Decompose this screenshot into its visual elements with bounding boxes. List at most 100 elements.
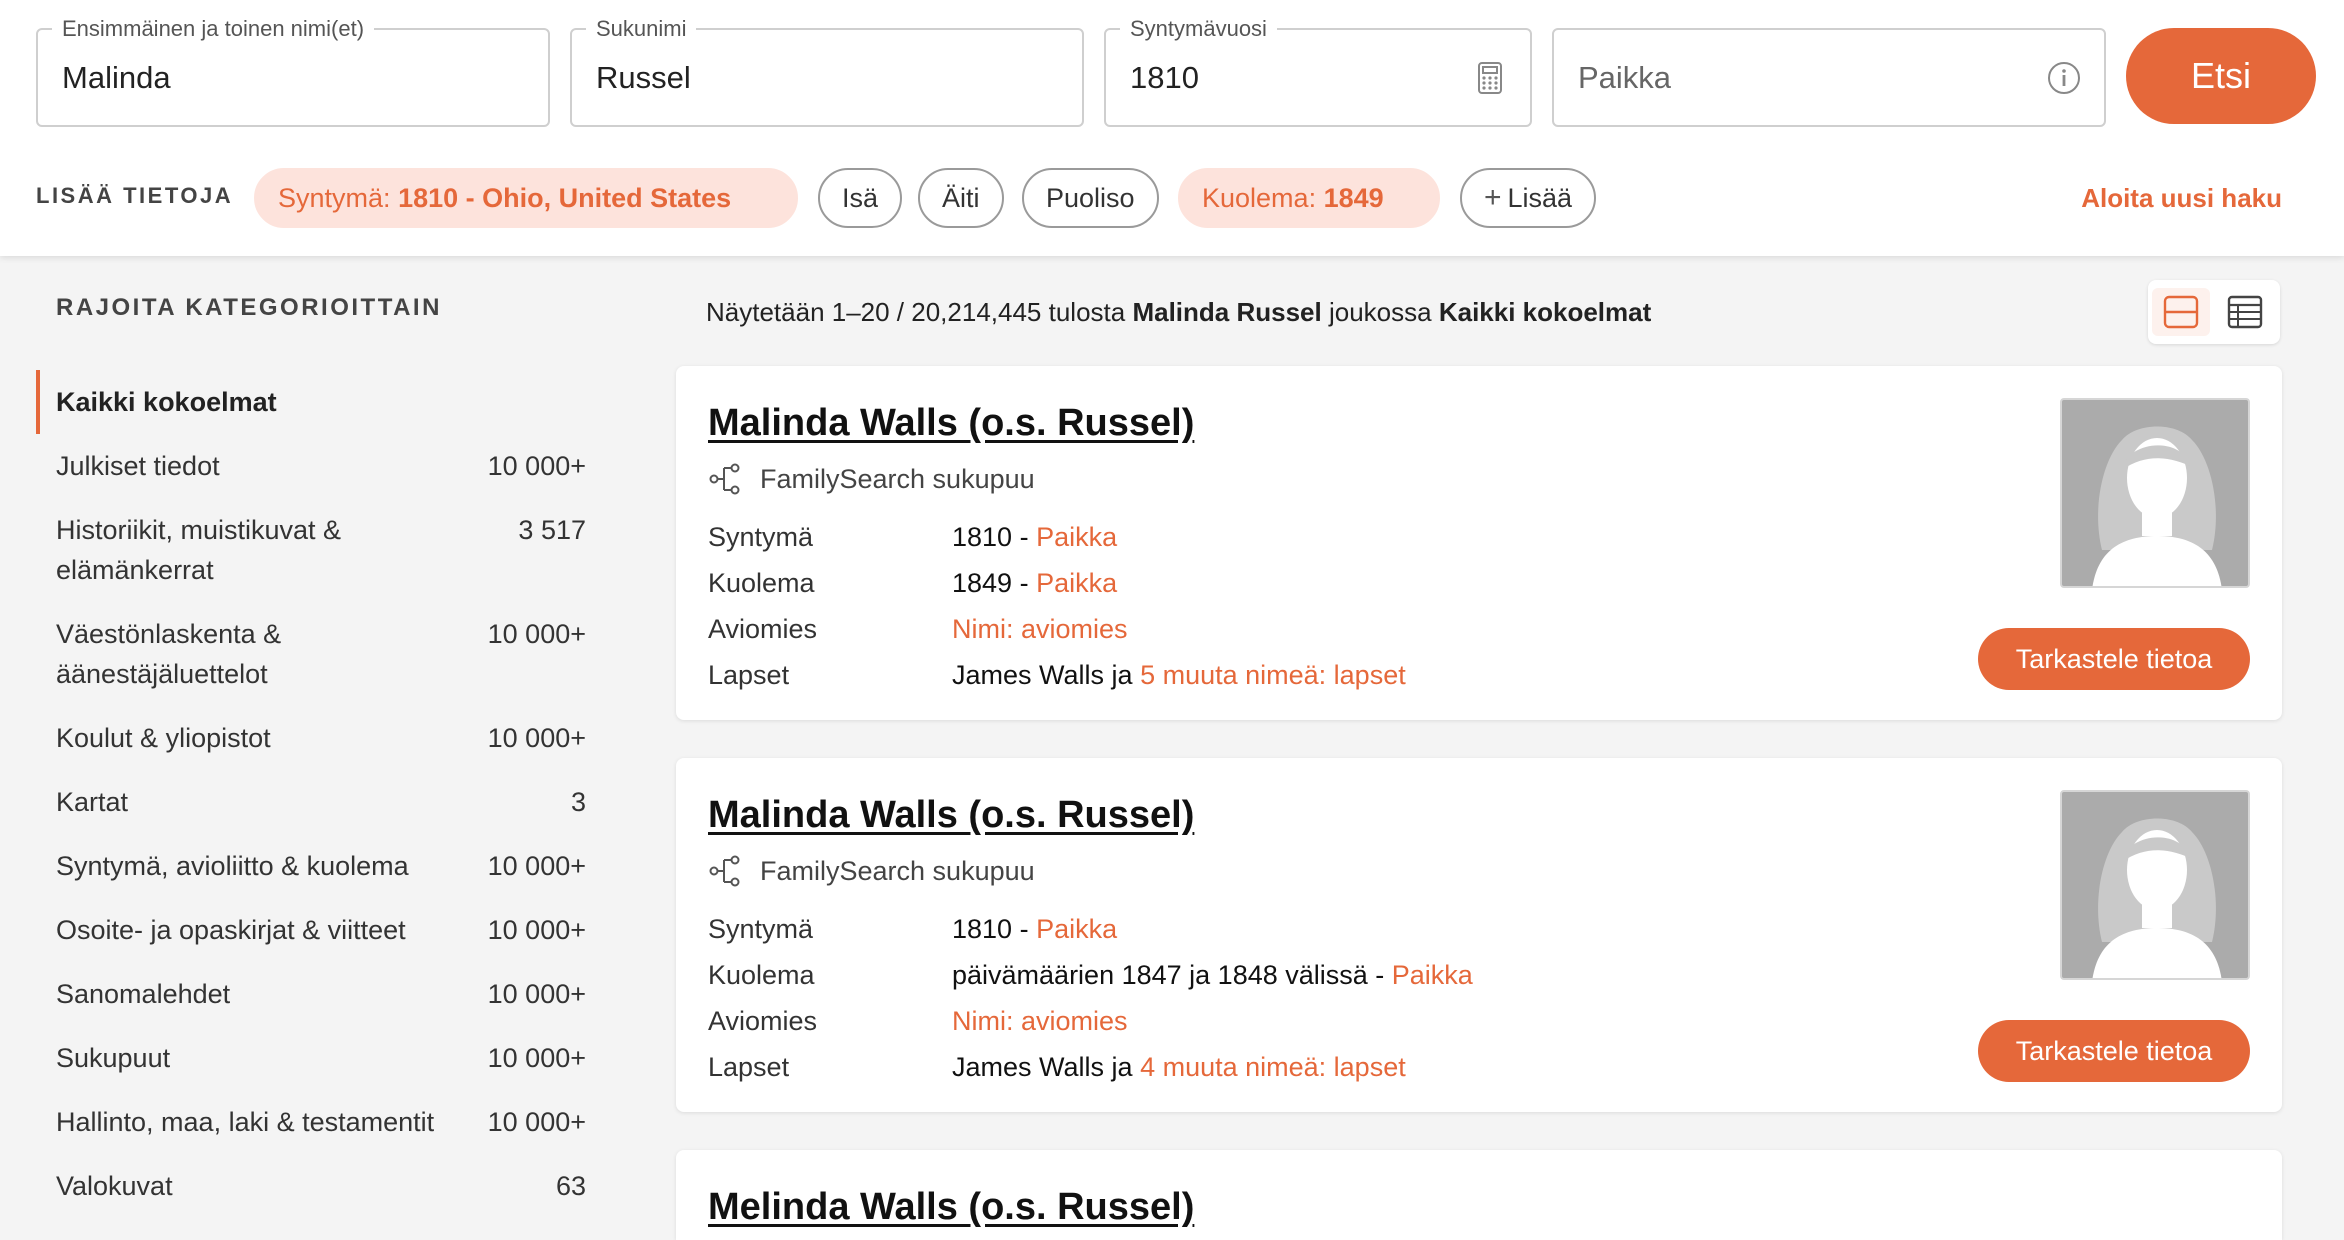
result-name-link[interactable]: Melinda Walls (o.s. Russel): [708, 1186, 1194, 1229]
female-silhouette-icon: [2092, 818, 2222, 978]
add-chip[interactable]: + Lisää: [1460, 168, 1597, 228]
fact-children: Lapset James Walls ja 4 muuta nimeä: lap…: [708, 1044, 1473, 1090]
place-link[interactable]: Paikka: [1036, 568, 1117, 598]
category-census[interactable]: Väestönlaskenta & äänestäjäluettelot 10 …: [36, 602, 586, 706]
plus-icon: +: [1484, 181, 1502, 214]
place-link[interactable]: Paikka: [1036, 914, 1117, 944]
fact-value: James Walls ja: [952, 660, 1133, 690]
category-label: Osoite- ja opaskirjat & viitteet: [56, 915, 406, 945]
search-bar: Ensimmäinen ja toinen nimi(et) Sukunimi …: [0, 0, 2344, 256]
fact-spouse: Aviomies Nimi: aviomies: [708, 606, 1406, 652]
category-label: Kartat: [56, 787, 129, 817]
category-label: Valokuvat: [56, 1171, 173, 1201]
category-photos[interactable]: Valokuvat 63: [36, 1154, 586, 1218]
children-link[interactable]: 5 muuta nimeä: lapset: [1140, 660, 1406, 690]
result-card: Malinda Walls (o.s. Russel) FamilySearch…: [676, 366, 2282, 720]
search-button[interactable]: Etsi: [2126, 28, 2316, 124]
birth-chip-value: 1810 - Ohio, United States: [398, 183, 732, 213]
fact-value: 1810 -: [952, 522, 1029, 552]
fact-death: Kuolema päivämäärien 1847 ja 1848 väliss…: [708, 952, 1473, 998]
place-field[interactable]: [1552, 28, 2106, 127]
mother-chip[interactable]: Äiti: [918, 168, 1004, 228]
female-silhouette-icon: [2092, 426, 2222, 586]
category-all-collections[interactable]: Kaikki kokoelmat: [36, 370, 586, 434]
category-count: 10 000+: [487, 619, 586, 649]
new-search-link[interactable]: Aloita uusi haku: [2081, 168, 2282, 228]
children-link[interactable]: 4 muuta nimeä: lapset: [1140, 1052, 1406, 1082]
category-count: 10 000+: [487, 723, 586, 753]
card-view-icon: [2163, 295, 2199, 329]
result-card: Melinda Walls (o.s. Russel): [676, 1150, 2282, 1240]
category-vital-records[interactable]: Syntymä, avioliitto & kuolema 10 000+: [36, 834, 586, 898]
result-source: FamilySearch sukupuu: [708, 462, 1035, 496]
first-name-field[interactable]: Ensimmäinen ja toinen nimi(et): [36, 16, 550, 127]
sidebar-title: RAJOITA KATEGORIOITTAIN: [56, 294, 442, 321]
category-label: Sukupuut: [56, 1043, 171, 1073]
category-label: Kaikki kokoelmat: [56, 387, 277, 417]
birth-year-input[interactable]: [1130, 30, 1427, 125]
avatar: [2060, 398, 2250, 588]
death-chip-prefix: Kuolema:: [1202, 183, 1317, 213]
result-name-link[interactable]: Malinda Walls (o.s. Russel): [708, 402, 1194, 445]
table-view-button[interactable]: [2216, 288, 2274, 336]
category-count: 10 000+: [487, 915, 586, 945]
fact-label: Kuolema: [708, 960, 815, 990]
category-directories[interactable]: Osoite- ja opaskirjat & viitteet 10 000+: [36, 898, 586, 962]
category-newspapers[interactable]: Sanomalehdet 10 000+: [36, 962, 586, 1026]
category-count: 10 000+: [487, 1107, 586, 1137]
category-label: Historiikit, muistikuvat & elämänkerrat: [56, 515, 342, 585]
spouse-chip[interactable]: Puoliso: [1022, 168, 1159, 228]
summary-middle: joukossa: [1328, 297, 1432, 327]
spouse-link[interactable]: Nimi: aviomies: [952, 614, 1128, 644]
card-view-button[interactable]: [2152, 288, 2210, 336]
summary-prefix: Näytetään 1–20 / 20,214,445 tulosta: [706, 297, 1126, 327]
fact-spouse: Aviomies Nimi: aviomies: [708, 998, 1473, 1044]
category-government[interactable]: Hallinto, maa, laki & testamentit 10 000…: [36, 1090, 586, 1154]
category-count: 3: [570, 787, 586, 817]
fact-value: päivämäärien 1847 ja 1848 välissä -: [952, 960, 1385, 990]
category-label: Väestönlaskenta & äänestäjäluettelot: [56, 619, 282, 689]
fact-label: Aviomies: [708, 1006, 818, 1036]
category-count: 10 000+: [487, 1043, 586, 1073]
summary-name: Malinda Russel: [1132, 297, 1322, 327]
category-count: 10 000+: [487, 979, 586, 1009]
family-tree-icon: [709, 855, 740, 887]
fact-value: 1849 -: [952, 568, 1029, 598]
fact-label: Lapset: [708, 660, 790, 690]
surname-field[interactable]: Sukunimi: [570, 16, 1084, 127]
result-facts: Syntymä 1810 - Paikka Kuolema päivämääri…: [708, 906, 1473, 1090]
info-icon[interactable]: [2046, 60, 2082, 96]
category-histories[interactable]: Historiikit, muistikuvat & elämänkerrat …: [36, 498, 586, 602]
view-record-button[interactable]: Tarkastele tietoa: [1978, 1020, 2250, 1082]
place-input[interactable]: [1578, 30, 2018, 125]
category-count: 10 000+: [487, 451, 586, 481]
calculator-icon[interactable]: [1472, 60, 1508, 96]
birth-year-field[interactable]: Syntymävuosi: [1104, 16, 1532, 127]
category-list: Kaikki kokoelmat Julkiset tiedot 10 000+…: [36, 370, 586, 1218]
surname-input[interactable]: [596, 30, 1004, 125]
category-maps[interactable]: Kartat 3: [36, 770, 586, 834]
father-chip[interactable]: Isä: [818, 168, 903, 228]
fact-label: Kuolema: [708, 568, 815, 598]
result-name-link[interactable]: Malinda Walls (o.s. Russel): [708, 794, 1194, 837]
spouse-link[interactable]: Nimi: aviomies: [952, 1006, 1128, 1036]
fact-value: 1810 -: [952, 914, 1029, 944]
place-link[interactable]: Paikka: [1036, 522, 1117, 552]
results-summary: Näytetään 1–20 / 20,214,445 tulosta Mali…: [706, 294, 1651, 330]
birth-chip-prefix: Syntymä:: [278, 183, 391, 213]
death-chip[interactable]: Kuolema: 1849: [1178, 168, 1440, 228]
category-label: Julkiset tiedot: [56, 451, 220, 481]
fact-label: Syntymä: [708, 522, 814, 552]
first-name-input[interactable]: [62, 30, 470, 125]
birth-chip[interactable]: Syntymä: 1810 - Ohio, United States: [254, 168, 798, 228]
category-schools[interactable]: Koulut & yliopistot 10 000+: [36, 706, 586, 770]
avatar: [2060, 790, 2250, 980]
place-link[interactable]: Paikka: [1392, 960, 1473, 990]
category-count: 3 517: [518, 515, 586, 545]
category-family-trees[interactable]: Sukupuut 10 000+: [36, 1026, 586, 1090]
category-public-records[interactable]: Julkiset tiedot 10 000+: [36, 434, 586, 498]
fact-birth: Syntymä 1810 - Paikka: [708, 514, 1406, 560]
fact-value: James Walls ja: [952, 1052, 1133, 1082]
category-label: Syntymä, avioliitto & kuolema: [56, 851, 409, 881]
view-record-button[interactable]: Tarkastele tietoa: [1978, 628, 2250, 690]
